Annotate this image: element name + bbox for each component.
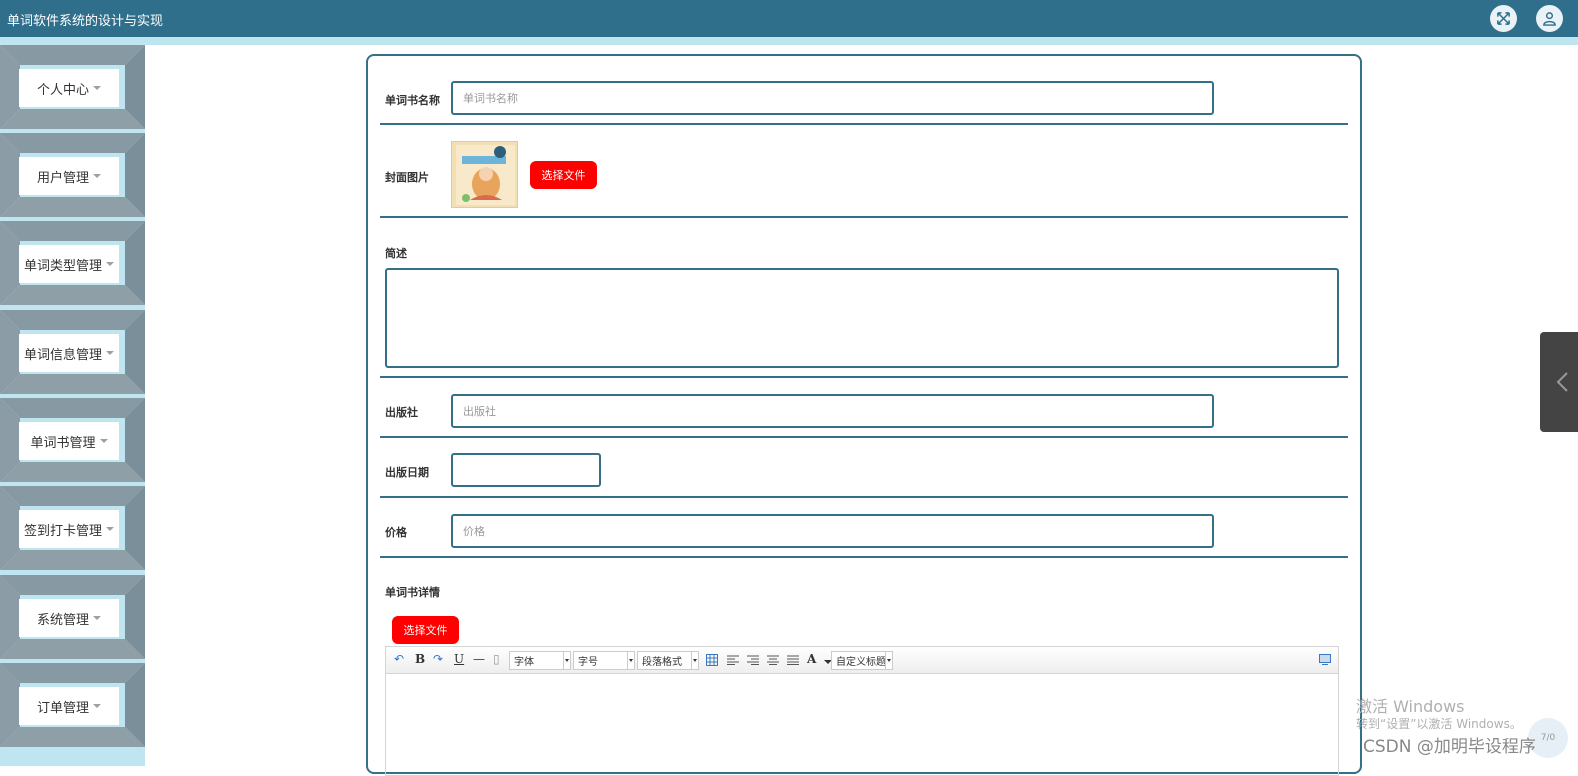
- name-placeholder: 单词书名称: [463, 92, 518, 105]
- csdn-watermark: CSDN @加明毕设程序: [1363, 737, 1536, 757]
- sidebar-item-word-type-management[interactable]: 单词类型管理: [0, 221, 145, 309]
- custom-title-select[interactable]: 自定义标题: [831, 651, 893, 670]
- price-label: 价格: [385, 526, 407, 539]
- publisher-placeholder: 出版社: [463, 405, 496, 418]
- user-icon[interactable]: [1536, 5, 1563, 32]
- side-collapse-tab[interactable]: [1540, 332, 1578, 432]
- cover-choose-file-button[interactable]: 选择文件: [530, 161, 597, 189]
- sidebar-item-wordbook-management[interactable]: 单词书管理: [0, 398, 145, 486]
- source-code-icon[interactable]: [1319, 654, 1331, 665]
- details-choose-file-label: 选择文件: [403, 624, 448, 637]
- fullscreen-icon[interactable]: [1490, 5, 1517, 32]
- undo-icon[interactable]: ↶: [394, 652, 404, 666]
- cover-label: 封面图片: [385, 171, 429, 184]
- book-cover-image: [452, 142, 517, 207]
- windows-activation-hint: 转到“设置”以激活 Windows。: [1356, 717, 1522, 731]
- sidebar-item-checkin-management[interactable]: 签到打卡管理: [0, 486, 145, 574]
- bold-button[interactable]: B: [415, 652, 425, 666]
- align-center-icon[interactable]: [767, 655, 779, 665]
- sidebar-item-button[interactable]: 订单管理: [19, 687, 119, 725]
- sidebar-item-button[interactable]: 个人中心: [19, 69, 119, 107]
- editor-toolbar: ↶ B ↷ U — ▯ 字体 字号 段落格式 A 自定义标题: [386, 647, 1338, 674]
- sidebar-item-label: 单词书管理: [30, 435, 96, 451]
- align-justify-icon[interactable]: [787, 655, 799, 665]
- chevron-down-icon: [93, 86, 101, 90]
- sidebar-item-label: 用户管理: [36, 170, 89, 186]
- cover-choose-file-label: 选择文件: [541, 169, 586, 182]
- sidebar-item-label: 签到打卡管理: [23, 523, 102, 539]
- sidebar-item-label: 单词信息管理: [23, 347, 102, 363]
- wordbook-form: 单词书名称 单词书名称 封面图片 选择文件 简述 出版社 出版社 出版日期 价格…: [366, 54, 1362, 776]
- font-size-value: 字号: [578, 657, 598, 668]
- chevron-down-icon: [106, 527, 114, 531]
- intro-label: 简述: [385, 247, 407, 260]
- table-icon[interactable]: [706, 654, 718, 666]
- form-row-publisher: 出版社 出版社: [380, 378, 1348, 438]
- dropdown-arrow-icon: [691, 652, 698, 669]
- chevron-down-icon: [99, 439, 108, 443]
- sidebar-item-system-management[interactable]: 系统管理: [0, 575, 145, 663]
- sidebar-item-order-management[interactable]: 订单管理: [0, 663, 145, 751]
- redo-icon[interactable]: ↷: [433, 652, 443, 666]
- publish-date-input[interactable]: [451, 453, 601, 487]
- publish-date-label: 出版日期: [385, 466, 429, 479]
- chevron-down-icon: [106, 351, 114, 355]
- align-left-icon[interactable]: [727, 655, 739, 665]
- custom-title-value: 自定义标题: [836, 657, 886, 668]
- chevron-left-icon: [1556, 372, 1568, 392]
- sidebar-item-button[interactable]: 系统管理: [19, 599, 119, 637]
- font-family-select[interactable]: 字体: [509, 651, 571, 670]
- paragraph-format-value: 段落格式: [642, 657, 682, 668]
- paste-text-icon[interactable]: ▯: [493, 652, 500, 666]
- font-color-button[interactable]: A: [807, 652, 816, 666]
- sidebar-item-button[interactable]: 用户管理: [19, 157, 119, 195]
- cover-thumbnail: [451, 141, 518, 208]
- sidebar-item-label: 单词类型管理: [23, 258, 102, 274]
- form-row-publish-date: 出版日期: [380, 438, 1348, 498]
- details-label: 单词书详情: [385, 586, 440, 599]
- chevron-down-icon: [93, 616, 101, 620]
- paragraph-format-select[interactable]: 段落格式: [637, 651, 699, 670]
- font-size-select[interactable]: 字号: [573, 651, 635, 670]
- font-family-value: 字体: [514, 657, 534, 668]
- sidebar-item-label: 系统管理: [36, 612, 89, 628]
- price-input[interactable]: 价格: [451, 514, 1214, 548]
- underline-button[interactable]: U: [454, 652, 464, 666]
- sidebar-item-personal-center[interactable]: 个人中心: [0, 45, 145, 133]
- sidebar-item-label: 订单管理: [36, 700, 89, 716]
- sidebar-item-button[interactable]: 单词书管理: [19, 422, 119, 460]
- rich-text-editor[interactable]: ↶ B ↷ U — ▯ 字体 字号 段落格式 A 自定义标题: [385, 646, 1339, 776]
- align-right-icon[interactable]: [747, 655, 759, 665]
- publisher-label: 出版社: [385, 406, 418, 419]
- chevron-down-icon: [106, 262, 114, 266]
- chevron-down-icon: [93, 704, 101, 708]
- sidebar-item-word-info-management[interactable]: 单词信息管理: [0, 310, 145, 398]
- sidebar-item-button[interactable]: 签到打卡管理: [19, 510, 119, 548]
- publisher-input[interactable]: 出版社: [451, 394, 1214, 428]
- sidebar-item-user-management[interactable]: 用户管理: [0, 133, 145, 221]
- form-row-cover: 封面图片 选择文件: [380, 125, 1348, 218]
- sidebar-item-button[interactable]: 单词信息管理: [19, 334, 119, 372]
- windows-activation-title: 激活 Windows: [1356, 697, 1465, 716]
- top-bar: 单词软件系统的设计与实现: [0, 0, 1578, 37]
- price-placeholder: 价格: [463, 525, 485, 538]
- form-row-intro: 简述: [380, 218, 1348, 378]
- form-row-price: 价格 价格: [380, 498, 1348, 558]
- sidebar-item-button[interactable]: 单词类型管理: [19, 245, 119, 283]
- sidebar-item-label: 个人中心: [36, 82, 89, 98]
- app-title: 单词软件系统的设计与实现: [7, 14, 164, 29]
- name-input[interactable]: 单词书名称: [451, 81, 1214, 115]
- chevron-down-icon: [93, 174, 101, 178]
- name-label: 单词书名称: [385, 94, 440, 107]
- form-row-name: 单词书名称 单词书名称: [380, 56, 1348, 125]
- dropdown-arrow-icon: [885, 652, 892, 669]
- horizontal-rule-icon[interactable]: —: [473, 652, 485, 666]
- dropdown-arrow-icon: [563, 652, 570, 669]
- dropdown-arrow-icon: [627, 652, 634, 669]
- details-choose-file-button[interactable]: 选择文件: [392, 616, 459, 644]
- sidebar: 个人中心 用户管理 单词类型管理 单词信息管理 单词书管理 签到打卡管理 系统管…: [0, 45, 145, 766]
- header-strip: [0, 37, 1578, 45]
- intro-textarea[interactable]: [385, 268, 1339, 368]
